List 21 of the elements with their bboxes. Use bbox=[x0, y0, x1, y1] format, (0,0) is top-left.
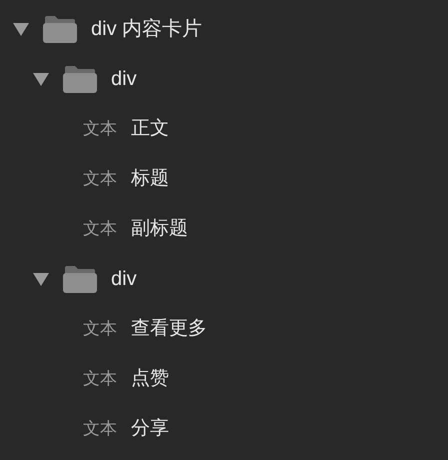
type-label: 文本 bbox=[83, 218, 117, 240]
folder-icon bbox=[63, 265, 97, 293]
type-label: 文本 bbox=[83, 118, 117, 140]
collapse-icon[interactable] bbox=[33, 72, 49, 86]
layer-label[interactable]: 副标题 bbox=[131, 214, 188, 244]
layer-label[interactable]: 标题 bbox=[131, 164, 169, 194]
collapse-icon[interactable] bbox=[13, 22, 29, 36]
type-label: 文本 bbox=[83, 318, 117, 340]
layer-label[interactable]: 点赞 bbox=[131, 364, 169, 394]
folder-label[interactable]: div bbox=[111, 64, 137, 94]
type-label: 文本 bbox=[83, 368, 117, 390]
folder-icon bbox=[43, 15, 77, 43]
layer-label[interactable]: 正文 bbox=[131, 114, 169, 144]
layer-label[interactable]: 查看更多 bbox=[131, 314, 207, 344]
type-label: 文本 bbox=[83, 418, 117, 440]
type-label: 文本 bbox=[83, 168, 117, 190]
folder-label[interactable]: div 内容卡片 bbox=[91, 14, 202, 44]
folder-icon bbox=[63, 65, 97, 93]
folder-label[interactable]: div bbox=[111, 264, 137, 294]
collapse-icon[interactable] bbox=[33, 272, 49, 286]
layer-label[interactable]: 分享 bbox=[131, 414, 169, 444]
